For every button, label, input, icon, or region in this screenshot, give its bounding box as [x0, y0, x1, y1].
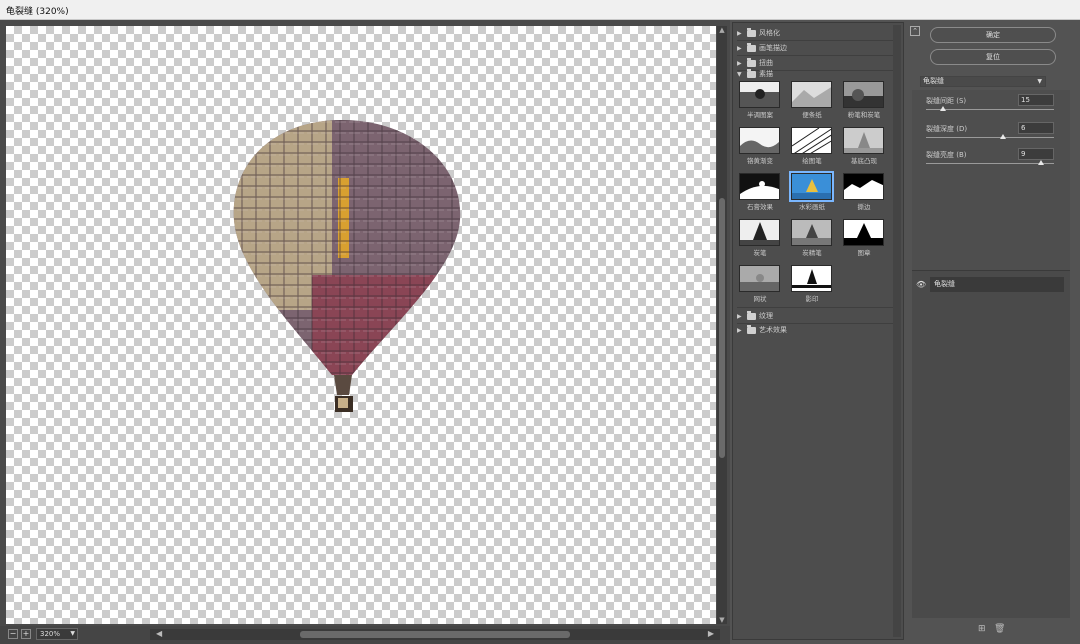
filter-thumb-halftone[interactable]: 半调图案: [739, 81, 783, 121]
filter-thumb-photocopy[interactable]: 影印: [791, 265, 835, 305]
category-brush-strokes[interactable]: ▶ 画笔描边: [737, 42, 891, 54]
delete-effect-layer-icon[interactable]: 🗑: [994, 624, 1005, 634]
filter-thumb-conte-crayon[interactable]: 炭精笔: [791, 219, 835, 259]
filter-thumb-bas-relief[interactable]: 基底凸现: [843, 127, 887, 167]
scroll-left-icon[interactable]: ◀: [156, 629, 162, 638]
new-effect-layer-icon[interactable]: ⊞: [978, 624, 986, 634]
crack-brightness-slider-handle[interactable]: [1038, 160, 1044, 165]
preview-area: ▲ ▼ − + 320% ▼ ◀ ▶: [0, 20, 730, 644]
crack-spacing-input[interactable]: 15: [1018, 94, 1054, 106]
zoom-level-value: 320%: [40, 630, 61, 638]
category-stylize[interactable]: ▶ 风格化: [737, 27, 891, 39]
vertical-scroll-thumb[interactable]: [719, 198, 725, 458]
ok-button[interactable]: 确定: [930, 27, 1056, 43]
preview-statusbar: − + 320% ▼ ◀ ▶: [0, 626, 730, 644]
folder-icon: [747, 324, 756, 334]
filter-thumb-chalk-charcoal[interactable]: 粉笔和炭笔: [843, 81, 887, 121]
filter-thumb-charcoal[interactable]: 炭笔: [739, 219, 783, 259]
crack-spacing-slider-handle[interactable]: [940, 106, 946, 111]
effect-layers-panel: 👁 龟裂缝: [912, 270, 1070, 618]
horizontal-scrollbar[interactable]: ◀ ▶: [150, 629, 720, 640]
folder-icon: [747, 27, 756, 37]
crack-brightness-slider-track[interactable]: [926, 163, 1054, 164]
window-title: 龟裂缝 (320%): [6, 7, 69, 17]
filter-thumb-stamp[interactable]: 图章: [843, 219, 887, 259]
settings-panel: ⌃ 确定 复位 龟裂缝 ▼ 裂缝间距 (S) 15 裂缝深度 (D) 6 裂缝亮…: [906, 22, 1080, 640]
effect-layer-row[interactable]: 👁 龟裂缝: [912, 277, 1070, 293]
folder-open-icon: [747, 68, 756, 78]
expand-arrow-icon: ▶: [737, 29, 742, 37]
category-texture[interactable]: ▶ 纹理: [737, 310, 891, 322]
filter-gallery: ▶ 风格化 ▶ 画笔描边 ▶ 扭曲 ▼ 素描 半调图案 便条纸 粉笔和炭笔 铬黄…: [732, 22, 904, 640]
category-sketch[interactable]: ▼ 素描: [737, 68, 891, 80]
folder-icon: [747, 57, 756, 67]
crack-depth-input[interactable]: 6: [1018, 122, 1054, 134]
folder-icon: [747, 310, 756, 320]
gallery-scrollbar[interactable]: [893, 25, 901, 637]
selected-filter-thumb: [789, 171, 834, 202]
zoom-in-button[interactable]: +: [21, 629, 31, 639]
filter-thumb-plaster[interactable]: 石膏效果: [739, 173, 783, 213]
preview-canvas[interactable]: [6, 26, 716, 624]
crack-depth-slider-track[interactable]: [926, 137, 1054, 138]
expand-arrow-icon: ▶: [737, 44, 742, 52]
filter-thumb-chrome[interactable]: 铬黄渐变: [739, 127, 783, 167]
filter-parameters: [912, 90, 1070, 270]
zoom-level-select[interactable]: 320% ▼: [36, 628, 78, 640]
scroll-up-icon[interactable]: ▲: [717, 26, 727, 34]
filter-thumb-reticulation[interactable]: 网状: [739, 265, 783, 305]
expand-arrow-icon: ▶: [737, 312, 742, 320]
category-artistic[interactable]: ▶ 艺术效果: [737, 324, 891, 336]
eye-icon[interactable]: 👁: [916, 280, 926, 289]
crack-depth-slider-handle[interactable]: [1000, 134, 1006, 139]
filter-thumb-water-paper[interactable]: 水彩画纸: [789, 171, 835, 213]
balloon-preview-image: [233, 120, 461, 412]
effect-layer-name: 龟裂缝: [930, 277, 1064, 292]
filter-thumb-note-paper[interactable]: 便条纸: [791, 81, 835, 121]
window-titlebar: 龟裂缝 (320%): [0, 0, 1080, 20]
scroll-down-icon[interactable]: ▼: [717, 616, 727, 624]
folder-icon: [747, 42, 756, 52]
vertical-scrollbar[interactable]: ▲ ▼: [717, 26, 727, 624]
param-crack-spacing: 裂缝间距 (S) 15: [920, 94, 1056, 116]
horizontal-scroll-thumb[interactable]: [300, 631, 570, 638]
zoom-out-button[interactable]: −: [8, 629, 18, 639]
expand-arrow-icon: ▶: [737, 59, 742, 67]
reset-button[interactable]: 复位: [930, 49, 1056, 65]
param-crack-depth: 裂缝深度 (D) 6: [920, 122, 1056, 144]
expand-arrow-icon: ▶: [737, 326, 742, 334]
scroll-right-icon[interactable]: ▶: [708, 629, 714, 638]
chevron-down-icon: ▼: [70, 630, 75, 637]
param-crack-brightness: 裂缝亮度 (B) 9: [920, 148, 1056, 170]
filter-type-value: 龟裂缝: [923, 77, 944, 85]
filter-type-select[interactable]: 龟裂缝 ▼: [920, 76, 1046, 87]
crack-brightness-input[interactable]: 9: [1018, 148, 1054, 160]
filter-thumb-graphic-pen[interactable]: 绘图笔: [791, 127, 835, 167]
collapse-gallery-icon[interactable]: ⌃: [910, 26, 920, 36]
collapse-arrow-icon: ▼: [737, 70, 742, 78]
filter-thumb-torn-edges[interactable]: 撕边: [843, 173, 887, 213]
chevron-down-icon: ▼: [1037, 78, 1042, 85]
